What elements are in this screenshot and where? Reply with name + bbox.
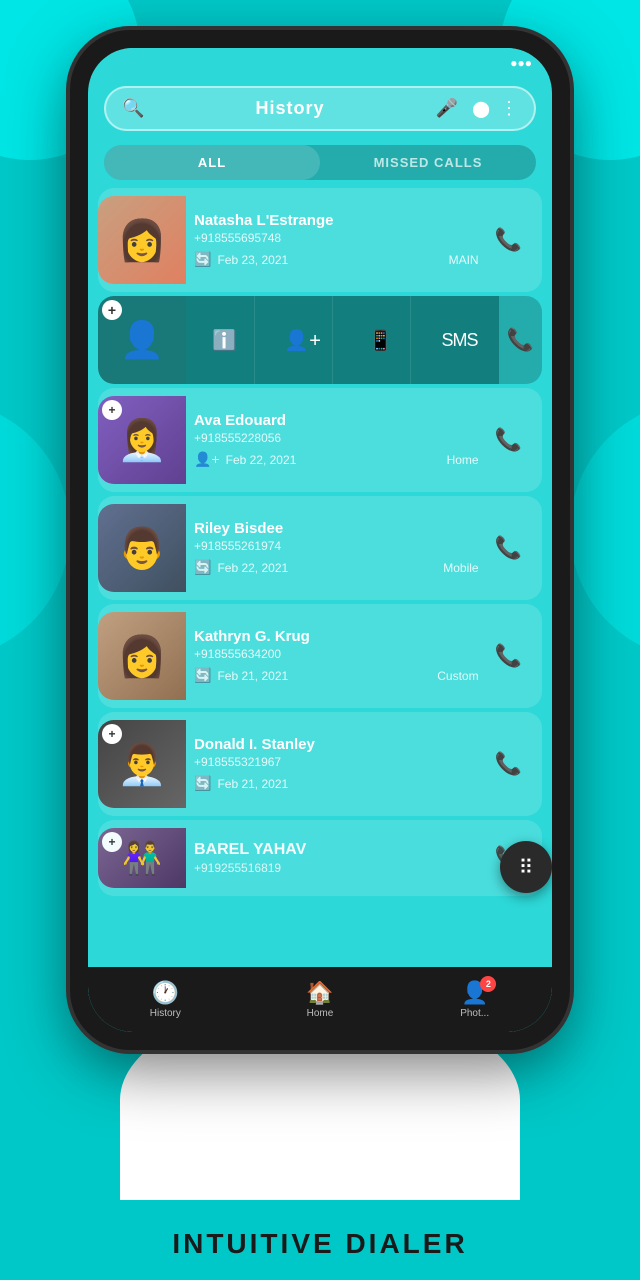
contact-name: Ava Edouard — [194, 412, 479, 429]
contact-name: BAREL YAHAV — [194, 841, 479, 859]
app-title: INTUITIVE DIALER — [0, 1228, 640, 1260]
call-history-icon: 🔄 — [194, 251, 211, 268]
notification-badge: 2 — [480, 976, 496, 992]
contact-number: +919255516819 — [194, 861, 479, 875]
bg-decoration-mid-right — [570, 400, 640, 660]
contact-name: Natasha L'Estrange — [194, 212, 479, 229]
avatar-icon[interactable]: ⬤ — [472, 99, 490, 119]
avatar: 👫 + — [98, 828, 186, 888]
search-icon: 🔍 — [122, 98, 144, 119]
call-date: Feb 22, 2021 — [226, 453, 297, 467]
contact-info: Natasha L'Estrange +918555695748 🔄 Feb 2… — [186, 206, 487, 274]
list-item[interactable]: 👨 Riley Bisdee +918555261974 🔄 Feb 22, 2… — [98, 496, 542, 600]
list-item[interactable]: 👩 Kathryn G. Krug +918555634200 🔄 Feb 21… — [98, 604, 542, 708]
add-badge: + — [102, 832, 122, 852]
whatsapp-button[interactable]: 📱 — [351, 296, 411, 384]
search-bar[interactable]: 🔍 History 🎤 ⬤ ⋮ — [104, 86, 536, 131]
list-item[interactable]: 👫 + BAREL YAHAV +919255516819 📞 — [98, 820, 542, 896]
dialpad-fab[interactable]: ⠿ — [500, 841, 552, 893]
avatar: 👨‍💼 + — [98, 720, 186, 808]
call-date: Feb 21, 2021 — [217, 777, 288, 791]
contact-number: +918555321967 — [194, 755, 479, 769]
bg-decoration-mid-left — [0, 400, 70, 660]
contact-info: Ava Edouard +918555228056 👤+ Feb 22, 202… — [186, 406, 487, 474]
info-button[interactable]: ℹ️ — [195, 296, 255, 384]
call-type: Mobile — [443, 561, 478, 575]
add-badge: + — [102, 724, 122, 744]
call-date: Feb 22, 2021 — [217, 561, 288, 575]
phone-screen: ●●● 🔍 History 🎤 ⬤ ⋮ ALL MISSED CALLS 👩 N… — [88, 48, 552, 1032]
history-icon: 🕐 — [152, 980, 179, 1006]
contact-info: Riley Bisdee +918555261974 🔄 Feb 22, 202… — [186, 514, 487, 582]
avatar: 👩‍💼 + — [98, 396, 186, 484]
contact-info: BAREL YAHAV +919255516819 — [186, 835, 487, 881]
list-item[interactable]: 👩‍💼 + Ava Edouard +918555228056 👤+ Feb 2… — [98, 388, 542, 492]
call-button[interactable]: 📞 — [487, 535, 530, 561]
contact-name: Riley Bisdee — [194, 520, 479, 537]
nav-history[interactable]: 🕐 History — [135, 980, 195, 1019]
list-item[interactable]: 👨‍💼 + Donald I. Stanley +918555321967 🔄 … — [98, 712, 542, 816]
call-history-icon: 🔄 — [194, 559, 211, 576]
contact-number: +918555695748 — [194, 231, 479, 245]
bottom-navigation: 🕐 History 🏠 Home 👤 2 Phot... — [88, 967, 552, 1032]
add-contact-button[interactable]: 👤+ — [273, 296, 333, 384]
add-badge: + — [102, 400, 122, 420]
call-date: Feb 23, 2021 — [217, 253, 288, 267]
call-list: 👩 Natasha L'Estrange +918555695748 🔄 Feb… — [88, 188, 552, 907]
contact-info: Donald I. Stanley +918555321967 🔄 Feb 21… — [186, 730, 487, 798]
call-type: MAIN — [449, 253, 479, 267]
add-badge: + — [102, 300, 122, 320]
call-date: Feb 21, 2021 — [217, 669, 288, 683]
nav-home-label: Home — [307, 1008, 334, 1019]
more-options-icon[interactable]: ⋮ — [500, 98, 518, 119]
microphone-icon[interactable]: 🎤 — [436, 98, 458, 119]
contact-number: +918555228056 — [194, 431, 479, 445]
tab-all[interactable]: ALL — [104, 145, 320, 180]
list-item-expanded[interactable]: + 👤 ℹ️ 👤+ 📱 SMS 📞 — [98, 296, 542, 384]
contact-info: Kathryn G. Krug +918555634200 🔄 Feb 21, … — [186, 622, 487, 690]
avatar-placeholder: + 👤 — [98, 296, 186, 384]
call-history-icon: 👤+ — [194, 451, 220, 468]
contact-number: +918555634200 — [194, 647, 479, 661]
nav-home[interactable]: 🏠 Home — [290, 980, 350, 1019]
contact-name: Kathryn G. Krug — [194, 628, 479, 645]
call-type: Custom — [437, 669, 478, 683]
call-history-icon: 🔄 — [194, 667, 211, 684]
contact-name: Donald I. Stanley — [194, 736, 479, 753]
call-button[interactable]: 📞 — [487, 643, 530, 669]
nav-history-label: History — [150, 1008, 181, 1019]
call-history-icon: 🔄 — [194, 775, 211, 792]
nav-photos[interactable]: 👤 2 Phot... — [445, 980, 505, 1019]
quick-actions: ℹ️ 👤+ 📱 SMS — [186, 296, 499, 384]
search-label: History — [154, 98, 425, 119]
list-item[interactable]: 👩 Natasha L'Estrange +918555695748 🔄 Feb… — [98, 188, 542, 292]
phone-frame: ●●● 🔍 History 🎤 ⬤ ⋮ ALL MISSED CALLS 👩 N… — [70, 30, 570, 1050]
status-bar: ●●● — [88, 48, 552, 78]
tab-missed-calls[interactable]: MISSED CALLS — [320, 145, 536, 180]
sms-button[interactable]: SMS — [429, 296, 489, 384]
nav-photos-label: Phot... — [460, 1008, 489, 1019]
home-icon: 🏠 — [306, 980, 333, 1006]
contact-number: +918555261974 — [194, 539, 479, 553]
tab-bar: ALL MISSED CALLS — [104, 145, 536, 180]
call-type: Home — [447, 453, 479, 467]
avatar: 👨 — [98, 504, 186, 592]
avatar: 👩 — [98, 612, 186, 700]
call-button[interactable]: 📞 — [487, 427, 530, 453]
call-button[interactable]: 📞 — [487, 227, 530, 253]
avatar: 👩 — [98, 196, 186, 284]
call-button[interactable]: 📞 — [487, 751, 530, 777]
call-button[interactable]: 📞 — [499, 327, 542, 353]
